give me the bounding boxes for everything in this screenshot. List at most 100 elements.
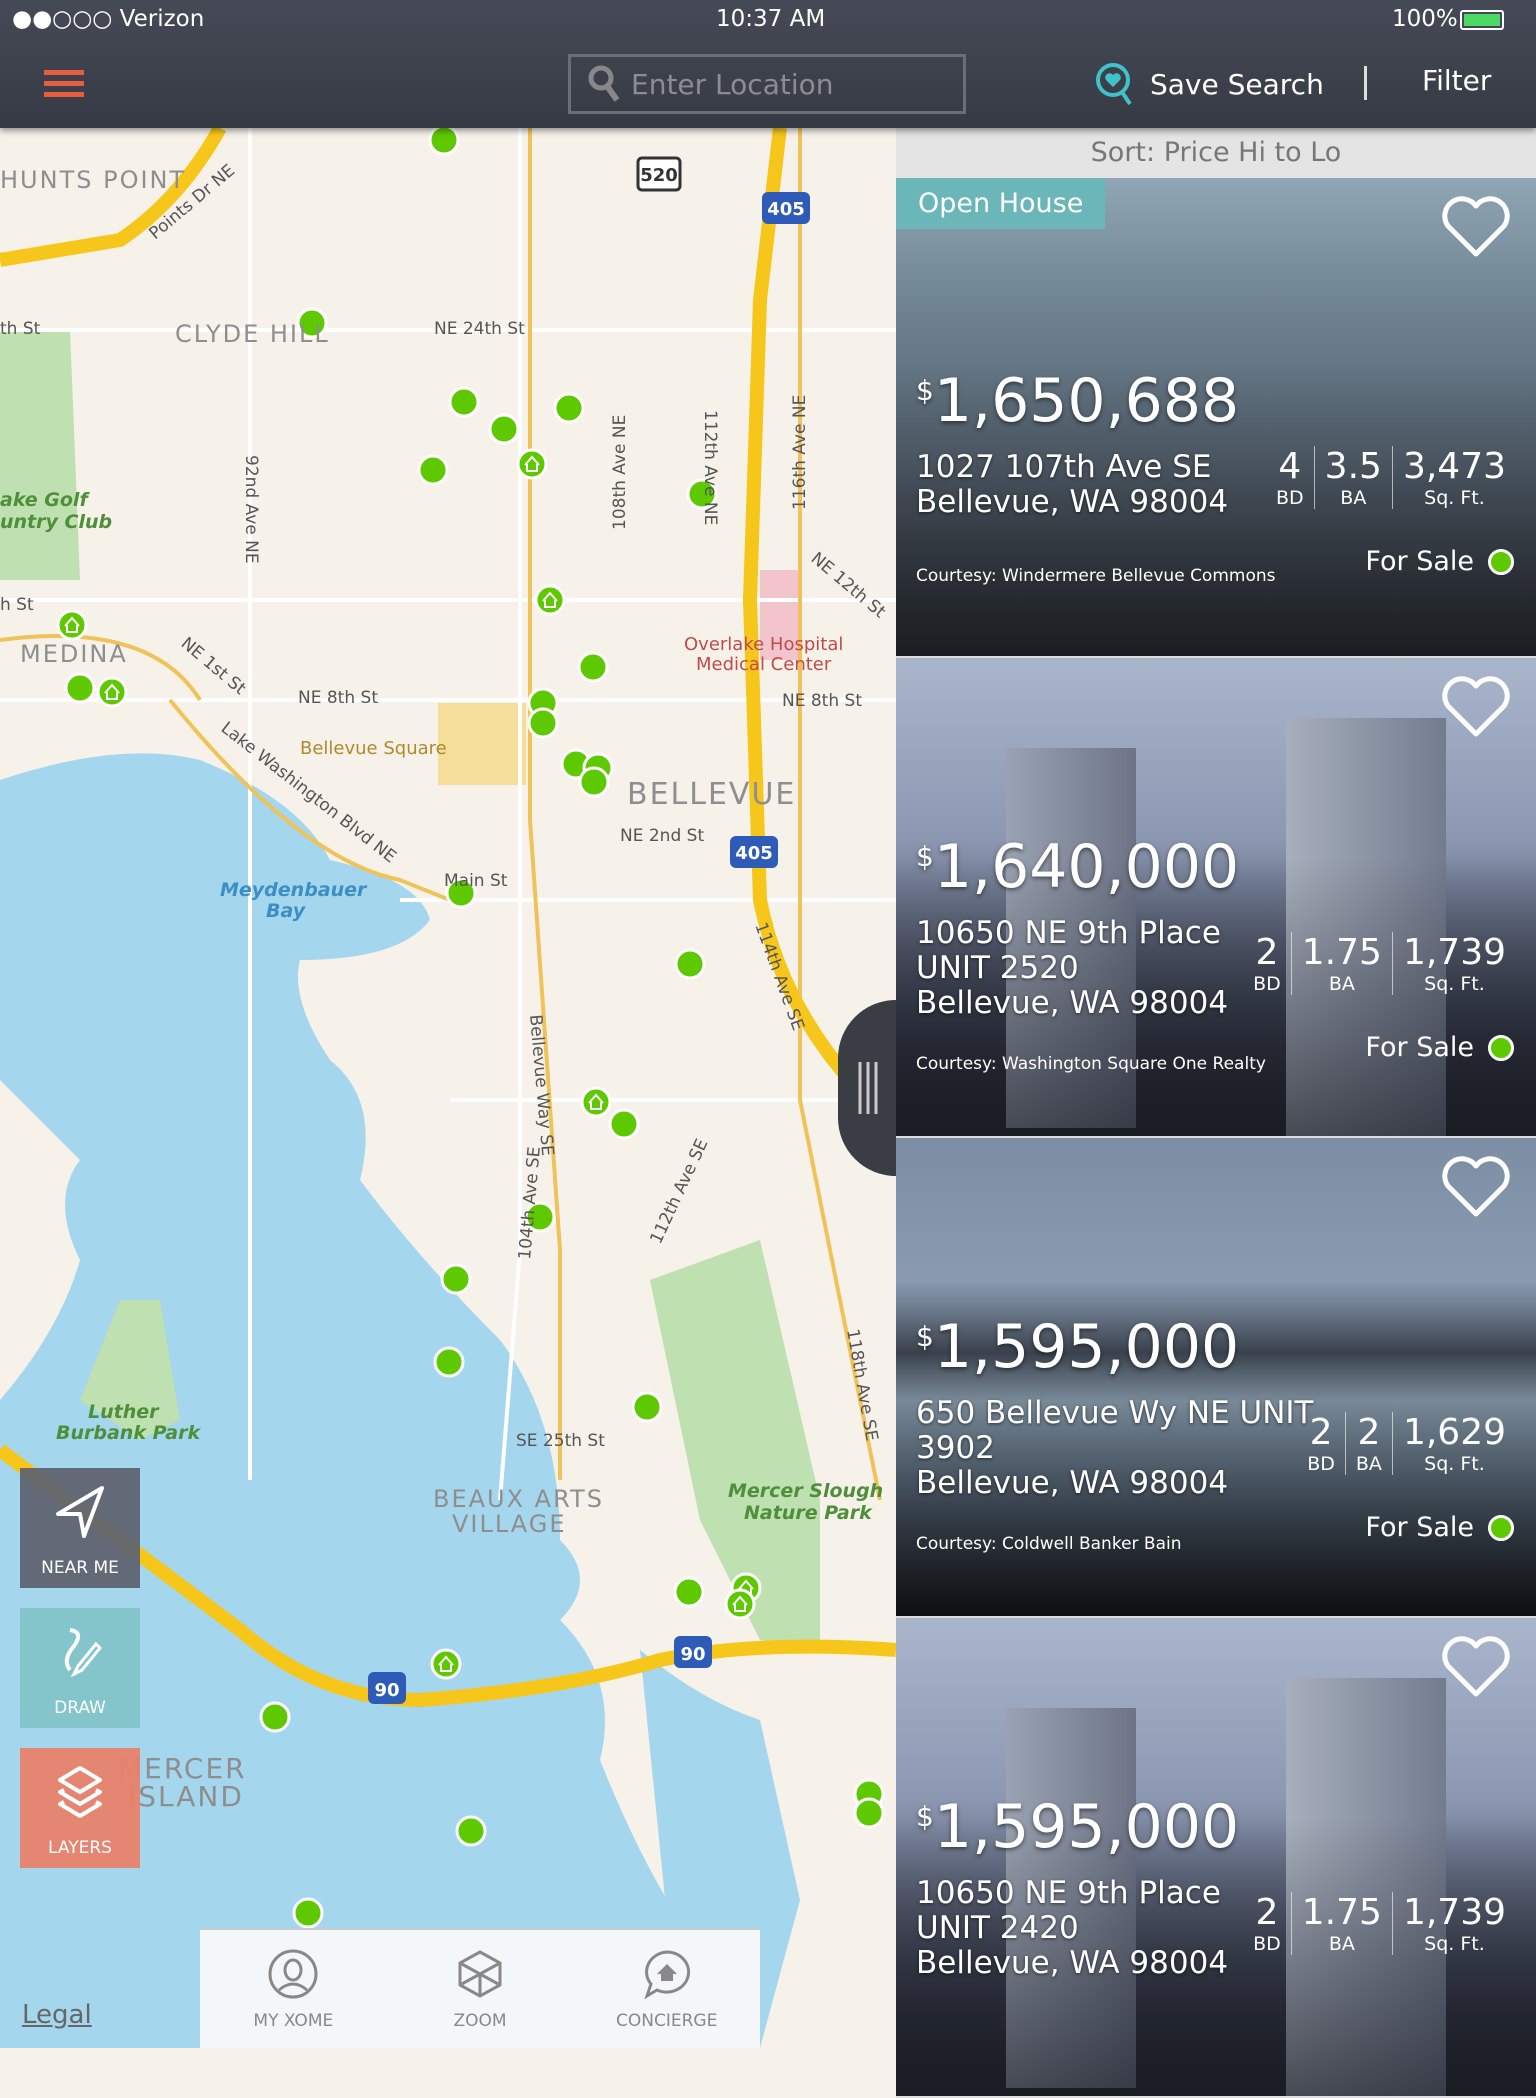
street-label: h St xyxy=(0,595,34,615)
street-label: 92nd Ave NE xyxy=(241,455,261,564)
address-line: 3902 xyxy=(916,1430,995,1466)
price-value: 1,640,000 xyxy=(933,832,1240,902)
listing-pin[interactable] xyxy=(417,454,449,486)
map-label: Nature Park xyxy=(744,1502,873,1524)
listing-stats: 2 BD 1.75 BA 1,739 Sq. Ft. xyxy=(1243,1892,1516,1955)
listing-pin[interactable] xyxy=(631,1391,663,1423)
sqft-label: Sq. Ft. xyxy=(1424,973,1485,995)
status-dot-icon xyxy=(1488,548,1514,575)
filter-button[interactable]: Filter xyxy=(1422,64,1491,97)
tab-label: ZOOM xyxy=(453,2011,507,2031)
open-house-pin-icon[interactable] xyxy=(96,676,128,708)
street-label: 108th Ave NE xyxy=(610,415,630,530)
map[interactable]: HUNTS POINT CLYDE HILL MEDINA BELLEVUE B… xyxy=(0,128,896,2048)
open-house-pin-icon[interactable] xyxy=(534,584,566,616)
listing-pin[interactable] xyxy=(64,672,96,704)
save-search-label: Save Search xyxy=(1150,67,1324,101)
legal-link[interactable]: Legal xyxy=(22,2000,92,2030)
listing-pin[interactable] xyxy=(448,386,480,418)
sqft-value: 3,473 xyxy=(1402,446,1506,487)
open-house-pin-icon[interactable] xyxy=(516,448,548,480)
draw-label: DRAW xyxy=(54,1698,106,1718)
baths-label: BA xyxy=(1355,1453,1382,1475)
listing-status: For Sale xyxy=(1365,1512,1514,1543)
listing-pin[interactable] xyxy=(259,1701,291,1733)
map-label: Luther xyxy=(88,1401,160,1423)
listing-pin[interactable] xyxy=(292,1897,324,1929)
listing-pin[interactable] xyxy=(608,1108,640,1140)
draw-button[interactable]: DRAW xyxy=(20,1608,140,1728)
street-label: NE 8th St xyxy=(782,691,862,711)
address-city: Bellevue, WA 98004 xyxy=(916,985,1229,1021)
battery-percent: 100% xyxy=(1392,6,1458,32)
map-label: Medical Center xyxy=(696,654,832,675)
status-label: For Sale xyxy=(1365,1512,1474,1543)
listing-pin[interactable] xyxy=(428,128,460,156)
status-label: For Sale xyxy=(1365,546,1474,577)
listing-pin[interactable] xyxy=(433,1346,465,1378)
listing-pin[interactable] xyxy=(578,766,610,798)
address-city: Bellevue, WA 98004 xyxy=(916,484,1229,520)
map-label: Overlake Hospital xyxy=(684,634,843,655)
map-label: Bay xyxy=(266,900,307,922)
beds-label: BD xyxy=(1307,1453,1335,1475)
listing-pin[interactable] xyxy=(673,1576,705,1608)
menu-button[interactable] xyxy=(44,70,84,98)
tab-my-xome[interactable]: MY XOME xyxy=(200,1930,387,2048)
battery-icon xyxy=(1460,10,1504,30)
open-house-pin-icon[interactable] xyxy=(430,1648,462,1680)
layers-button[interactable]: LAYERS xyxy=(20,1748,140,1868)
open-house-pin-icon[interactable] xyxy=(724,1588,756,1620)
listing-address: 1027 107th Ave SE Bellevue, WA 98004 xyxy=(916,450,1228,520)
map-label: BEAUX ARTS xyxy=(433,1485,604,1513)
listing-address: 10650 NE 9th Place UNIT 2420 Bellevue, WA … xyxy=(916,1876,1228,1981)
baths-value: 1.75 xyxy=(1301,932,1382,973)
location-search-input[interactable]: Enter Location xyxy=(568,54,966,114)
open-house-pin-icon[interactable] xyxy=(56,609,88,641)
sqft-value: 1,739 xyxy=(1402,932,1506,973)
panel-drag-handle[interactable] xyxy=(838,1000,896,1176)
listing-card[interactable]: Open House $1,650,688 1027 107th Ave SE Bel… xyxy=(896,178,1536,658)
favorite-heart-icon[interactable] xyxy=(1440,196,1512,260)
open-house-pin-icon[interactable] xyxy=(580,1086,612,1118)
listing-pin[interactable] xyxy=(553,392,585,424)
street-label: NE 24th St xyxy=(434,319,525,339)
listing-card[interactable]: $1,640,000 10650 NE 9th Place UNIT 2520 Bel… xyxy=(896,658,1536,1138)
listing-pin[interactable] xyxy=(527,707,559,739)
map-label: CLYDE HILL xyxy=(175,320,330,348)
tab-zoom[interactable]: ZOOM xyxy=(387,1930,574,2048)
address-line: 650 Bellevue Wy NE UNIT xyxy=(916,1395,1314,1431)
listing-card[interactable]: $1,595,000 10650 NE 9th Place UNIT 2420 Bel… xyxy=(896,1618,1536,2098)
address-city: Bellevue, WA 98004 xyxy=(916,1465,1229,1501)
map-label: ISLAND xyxy=(128,1780,244,1813)
draw-pencil-icon xyxy=(64,1628,103,1678)
near-me-button[interactable]: NEAR ME xyxy=(20,1468,140,1588)
favorite-heart-icon[interactable] xyxy=(1440,1636,1512,1700)
tab-concierge[interactable]: CONCIERGE xyxy=(573,1930,760,2048)
listing-pin[interactable] xyxy=(577,651,609,683)
map-label: VILLAGE xyxy=(452,1510,567,1538)
sqft-value: 1,739 xyxy=(1402,1892,1506,1933)
favorite-heart-icon[interactable] xyxy=(1440,676,1512,740)
baths-label: BA xyxy=(1328,1933,1355,1955)
shield-label: 405 xyxy=(767,199,805,220)
beds-value: 2 xyxy=(1255,932,1279,973)
listing-card[interactable]: $1,595,000 650 Bellevue Wy NE UNIT 3902 Bel… xyxy=(896,1138,1536,1618)
listing-pin[interactable] xyxy=(674,948,706,980)
status-dot-icon xyxy=(1488,1034,1514,1061)
map-label: Meydenbauer xyxy=(220,879,368,901)
save-search-button[interactable]: Save Search xyxy=(1094,62,1324,106)
listing-pin[interactable] xyxy=(440,1263,472,1295)
listing-pin[interactable] xyxy=(455,1815,487,1847)
location-arrow-icon xyxy=(56,1486,104,1538)
tab-label: CONCIERGE xyxy=(616,2011,718,2031)
listing-status: For Sale xyxy=(1365,546,1514,577)
listing-pin[interactable] xyxy=(853,1797,885,1829)
address-line: UNIT 2520 xyxy=(916,950,1079,986)
favorite-heart-icon[interactable] xyxy=(1440,1156,1512,1220)
listing-pin[interactable] xyxy=(488,413,520,445)
sort-selector[interactable]: Sort: Price Hi to Lo xyxy=(896,128,1536,178)
listing-stats: 4 BD 3.5 BA 3,473 Sq. Ft. xyxy=(1266,446,1516,509)
street-label: th St xyxy=(0,319,41,339)
currency: $ xyxy=(916,840,934,873)
